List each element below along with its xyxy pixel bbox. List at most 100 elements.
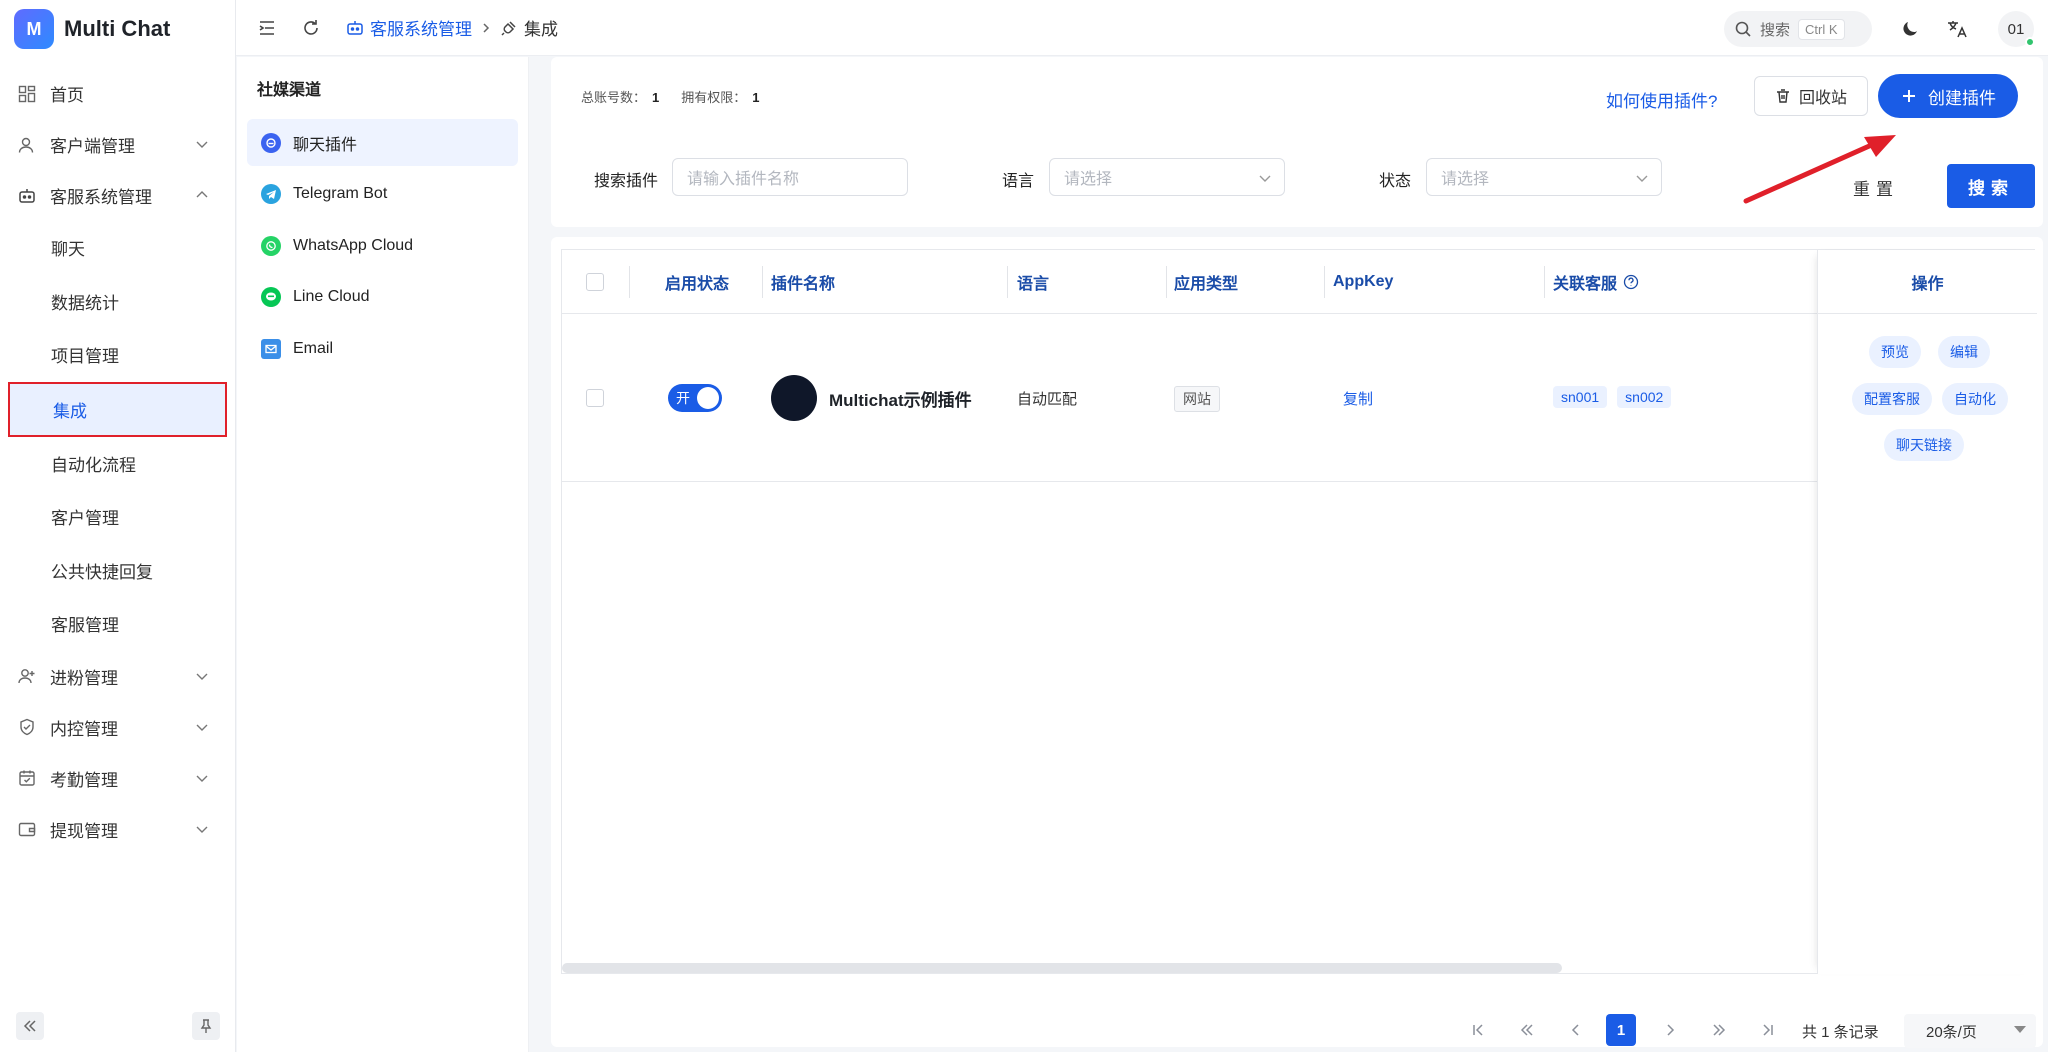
last-page-button[interactable] xyxy=(1753,1014,1783,1046)
dashboard-icon xyxy=(18,85,36,103)
sidebar-sub-projects[interactable]: 项目管理 xyxy=(0,328,235,382)
breadcrumb-parent[interactable]: 客服系统管理 xyxy=(346,15,472,40)
language-switch[interactable] xyxy=(1946,18,1968,40)
pin-icon xyxy=(200,1019,212,1033)
brand[interactable]: M Multi Chat xyxy=(0,0,235,58)
channel-item-whatsapp[interactable]: WhatsApp Cloud xyxy=(247,222,518,269)
sidebar-item-cs-system[interactable]: 客服系统管理 xyxy=(0,170,235,221)
column-divider xyxy=(1166,266,1167,298)
edit-button[interactable]: 编辑 xyxy=(1938,336,1990,368)
pin-sidebar-button[interactable] xyxy=(192,1012,220,1040)
chevron-right-icon xyxy=(483,22,490,33)
help-icon[interactable] xyxy=(1623,274,1639,290)
chevron-down-icon xyxy=(1636,175,1648,182)
column-divider xyxy=(1544,266,1545,298)
user-avatar[interactable]: 01 xyxy=(1998,11,2035,47)
search-button[interactable]: 搜索 xyxy=(1947,164,2035,208)
language-select[interactable]: 请选择 xyxy=(1049,158,1285,196)
plugin-app-type: 网站 xyxy=(1174,386,1220,412)
permissions: 拥有权限： 1 xyxy=(681,87,759,106)
channel-item-chat-plugin[interactable]: 聊天插件 xyxy=(247,119,518,166)
first-page-icon xyxy=(1473,1024,1483,1036)
sidebar-item-internal-control[interactable]: 内控管理 xyxy=(0,702,235,753)
column-header-agents-label: 关联客服 xyxy=(1553,276,1618,293)
channel-item-label: 聊天插件 xyxy=(293,136,358,154)
first-page-button[interactable] xyxy=(1463,1014,1493,1046)
user-icon xyxy=(18,136,36,154)
brand-logo: M xyxy=(14,9,54,49)
sidebar-item-client[interactable]: 客户端管理 xyxy=(0,119,235,170)
plug-icon xyxy=(501,20,516,36)
plugin-table: 启用状态 插件名称 语言 应用类型 AppKey 关联客服 开 Multicha… xyxy=(561,249,2037,974)
prev-page-button[interactable] xyxy=(1561,1014,1591,1046)
page-size-select[interactable]: 20条/页 xyxy=(1904,1014,2036,1048)
column-header-agents: 关联客服 xyxy=(1553,250,1639,314)
chat-link-button[interactable]: 聊天链接 xyxy=(1884,429,1964,461)
page-number-current[interactable]: 1 xyxy=(1606,1014,1636,1046)
sidebar-sub-agents[interactable]: 客服管理 xyxy=(0,597,235,651)
checkbox[interactable] xyxy=(586,273,604,291)
language-label: 语言 xyxy=(1002,173,1035,190)
configure-agents-button[interactable]: 配置客服 xyxy=(1852,383,1932,415)
avatar-text: 01 xyxy=(2007,20,2025,38)
howto-link[interactable]: 如何使用插件? xyxy=(1606,87,1717,112)
sidebar-sub-automation[interactable]: 自动化流程 xyxy=(0,437,235,491)
channel-item-line[interactable]: Line Cloud xyxy=(247,274,518,321)
plugin-language: 自动匹配 xyxy=(1017,391,1078,408)
column-divider xyxy=(629,266,630,298)
status-label: 状态 xyxy=(1379,173,1412,190)
sidebar-sub-chat[interactable]: 聊天 xyxy=(0,221,235,275)
actions-column: 操作 预览 编辑 配置客服 自动化 聊天链接 xyxy=(1817,250,2037,974)
status-select[interactable]: 请选择 xyxy=(1426,158,1662,196)
sidebar-sub-quick-reply[interactable]: 公共快捷回复 xyxy=(0,544,235,598)
wallet-icon xyxy=(18,820,36,838)
sidebar-item-label: 内控管理 xyxy=(50,719,118,739)
telegram-icon xyxy=(261,184,281,204)
toggle-knob xyxy=(697,387,719,409)
next-group-button[interactable] xyxy=(1704,1014,1734,1046)
agent-tag: sn001 xyxy=(1553,386,1608,408)
global-search[interactable]: 搜索 Ctrl K xyxy=(1724,11,1872,47)
automation-button[interactable]: 自动化 xyxy=(1942,383,2008,415)
plugin-name: Multichat示例插件 xyxy=(829,390,972,410)
menu-toggle-button[interactable] xyxy=(256,17,278,39)
sidebar-item-withdraw[interactable]: 提现管理 xyxy=(0,804,235,855)
breadcrumb: 客服系统管理 集成 xyxy=(346,15,558,40)
pagination-total: 共 1 条记录 xyxy=(1802,1024,1879,1041)
preview-button[interactable]: 预览 xyxy=(1869,336,1921,368)
collapse-sidebar-button[interactable] xyxy=(16,1012,44,1040)
sidebar-item-attendance[interactable]: 考勤管理 xyxy=(0,753,235,804)
horizontal-scrollbar[interactable] xyxy=(562,963,1562,973)
select-all-checkbox[interactable] xyxy=(586,250,604,314)
plugin-name-input[interactable]: 请输入插件名称 xyxy=(672,158,908,196)
prev-group-button[interactable] xyxy=(1512,1014,1542,1046)
next-page-button[interactable] xyxy=(1655,1014,1685,1046)
menu-fold-icon xyxy=(259,20,274,35)
enable-toggle[interactable]: 开 xyxy=(668,384,722,412)
sidebar-sub-integration[interactable]: 集成 xyxy=(8,381,227,437)
column-header-appkey: AppKey xyxy=(1333,273,1394,290)
checkbox[interactable] xyxy=(586,389,604,407)
chevron-down-icon xyxy=(196,141,208,148)
sidebar-sub-stats[interactable]: 数据统计 xyxy=(0,275,235,329)
sidebar-sub-customers[interactable]: 客户管理 xyxy=(0,490,235,544)
refresh-button[interactable] xyxy=(300,17,322,39)
column-divider xyxy=(762,266,763,298)
appkey-copy-link[interactable]: 复制 xyxy=(1343,388,1373,409)
agent-tag: sn002 xyxy=(1617,386,1672,408)
toggle-switch[interactable]: 开 xyxy=(668,384,722,412)
chevron-right-icon xyxy=(1667,1024,1675,1036)
top-header: 客服系统管理 集成 搜索 Ctrl K 01 xyxy=(236,0,2048,56)
channel-item-email[interactable]: Email xyxy=(247,325,518,372)
shield-icon xyxy=(18,718,36,736)
global-search-label: 搜索 xyxy=(1760,21,1791,39)
sidebar-item-home[interactable]: 首页 xyxy=(0,68,235,119)
channel-item-label: Line Cloud xyxy=(293,288,370,305)
plugin-name-placeholder: 请输入插件名称 xyxy=(687,171,800,188)
sidebar-item-fans[interactable]: 进粉管理 xyxy=(0,651,235,702)
brand-name: Multi Chat xyxy=(64,16,171,41)
dark-mode-toggle[interactable] xyxy=(1900,18,1922,40)
row-checkbox[interactable] xyxy=(586,389,604,407)
channel-item-telegram[interactable]: Telegram Bot xyxy=(247,171,518,218)
total-accounts: 总账号数： 1 xyxy=(581,87,659,106)
